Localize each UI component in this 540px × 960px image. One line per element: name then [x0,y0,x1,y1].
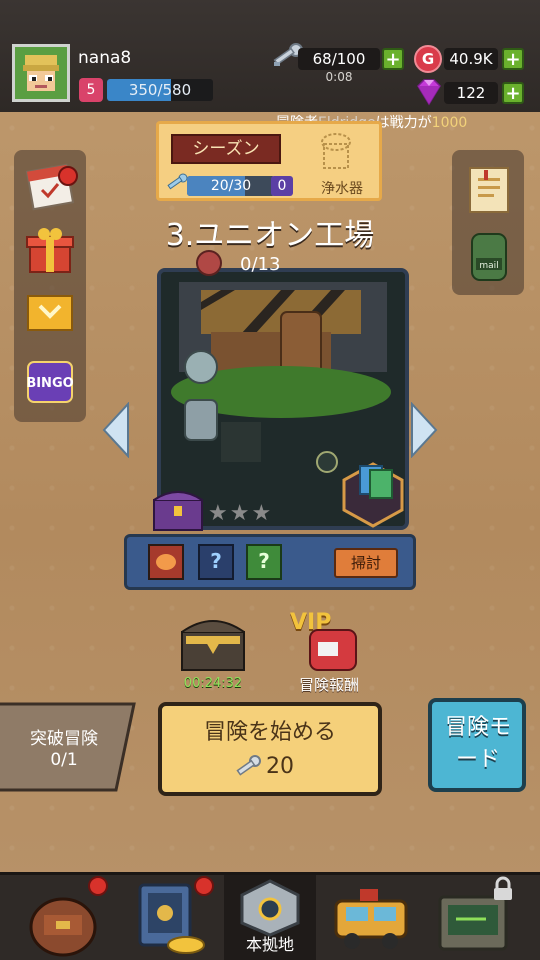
gem-value: 122 [456,84,486,102]
gem-icon [412,78,446,106]
start-cost: 20 [266,754,294,779]
gold-counter: 40.9K [444,48,498,70]
water-purifier-icon [315,130,357,174]
mask-item-slot[interactable] [148,544,184,580]
stage-title: 3.ユニオン工場 [165,218,375,253]
season-progress-bar: 20/30 [187,176,275,196]
exp-bar: 350/580 [107,79,213,101]
mailbox-icon[interactable]: mail [462,228,516,286]
season-label: シーズン [171,134,281,164]
game-screen: nana8 5 350/580 68/100 0:08 + G 40.9K + … [0,0,540,960]
mystery-item-slot-blue[interactable]: ? [198,544,234,580]
nav-home-base[interactable]: 本拠地 [224,875,316,960]
add-gems-button[interactable]: + [502,82,524,104]
energy-counter: 68/100 [298,48,380,70]
bingo-icon[interactable]: BINGO [20,352,80,410]
card-bundle-icon[interactable] [340,460,406,530]
gift-box-icon[interactable] [22,222,78,278]
nav-home-label: 本拠地 [245,935,294,954]
timed-chest-icon[interactable] [176,612,250,676]
breakthrough-count: 0/1 [50,750,78,770]
chest-timer: 00:24:32 [183,676,243,691]
level-badge: 5 [79,78,103,102]
start-adventure-label: 冒険を始める [203,720,336,745]
notice-middle: は戦力が [375,115,432,131]
gold-value: 40.9K [449,50,493,68]
adventure-mode-label: 冒険モード [444,715,511,772]
season-key-icon [165,172,189,194]
gold-currency-icon: G [414,45,442,73]
gem-counter: 122 [444,82,498,104]
season-banner[interactable]: シーズン 20/30 0 浄水器 [156,121,382,201]
backpack-notification-dot [88,876,108,896]
vip-mailbox-icon[interactable] [300,622,366,672]
season-progress-text: 20/30 [210,178,252,194]
vip-reward-label: 冒険報酬 [298,676,359,694]
avatar[interactable] [12,44,70,102]
home-base-icon [240,879,300,937]
mystery-item-slot-green[interactable]: ? [246,544,282,580]
lock-icon [492,876,514,902]
stage-progress-badge-icon [196,250,222,276]
calendar-notification-dot [58,166,78,186]
vehicle-icon [334,889,408,949]
adventure-mode-button[interactable]: 冒険モード [428,698,526,792]
svg-text:mail: mail [479,261,498,271]
season-reward-label: 浄水器 [321,181,363,197]
quest-scroll-icon[interactable] [462,160,516,218]
vault-notification-dot [194,876,214,896]
nav-vehicle[interactable] [326,875,416,960]
add-energy-button[interactable]: + [382,48,404,70]
energy-timer: 0:08 [325,70,353,84]
purple-chest-icon[interactable] [150,486,206,534]
ticket-icon[interactable] [22,288,78,338]
previous-stage-arrow[interactable] [100,401,130,459]
next-stage-arrow[interactable] [410,401,440,459]
stage-stars: ★★★ [208,501,274,526]
exp-text: 350/580 [128,81,192,99]
player-name: nana8 [78,48,132,68]
breakthrough-title: 突破冒険 [30,729,98,749]
svg-text:BINGO: BINGO [26,376,73,391]
start-key-icon [234,754,262,780]
energy-value: 68/100 [312,50,366,68]
add-gold-button[interactable]: + [502,48,524,70]
sweep-button[interactable]: 掃討 [334,548,398,578]
notice-value: 1000 [431,115,468,131]
start-adventure-button[interactable]: 冒険を始める 20 [158,702,382,796]
stage-progress: 0/13 [240,254,281,275]
season-count: 0 [271,176,293,196]
breakthrough-button[interactable]: 突破冒険 0/1 [0,702,136,792]
